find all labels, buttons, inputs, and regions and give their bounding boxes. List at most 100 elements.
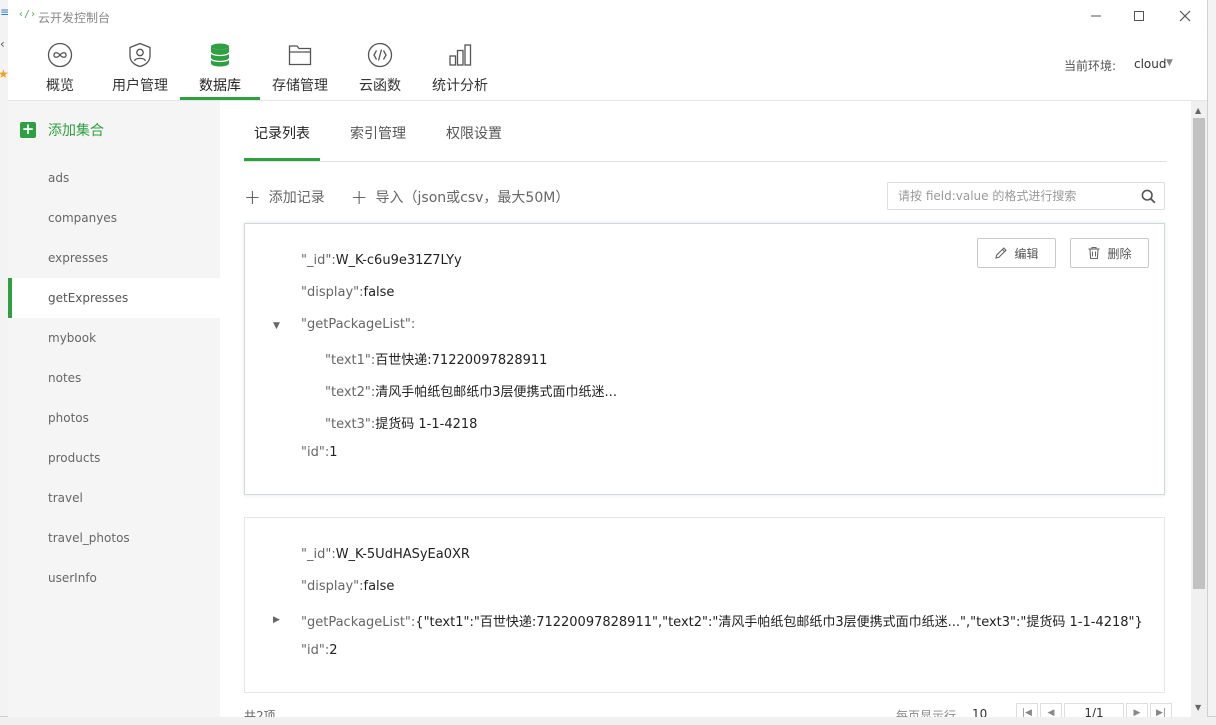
collection-item[interactable]: photos [8, 398, 220, 438]
overview-infinity-icon [47, 42, 73, 68]
desktop-back-icon: ‹ [0, 37, 5, 51]
window-title: 云开发控制台 [38, 11, 111, 25]
delete-label: 删除 [1107, 246, 1132, 261]
next-page-icon[interactable]: ▶ [1126, 703, 1148, 717]
search-icon[interactable] [1141, 189, 1156, 204]
collection-item[interactable]: expresses [8, 238, 220, 278]
toolbar-label: 用户管理 [112, 78, 168, 94]
field-key: "_id": [301, 253, 336, 268]
collection-item[interactable]: userInfo [8, 558, 220, 598]
plus-icon: + [350, 185, 368, 209]
collection-item[interactable]: mybook [8, 318, 220, 358]
field-row: "display":false [301, 285, 394, 300]
delete-button[interactable]: 删除 [1070, 238, 1149, 268]
toolbar-item-users[interactable]: 用户管理 [108, 32, 172, 100]
field-key: "_id": [301, 547, 336, 562]
field-row: "getPackageList":{"text1":"百世快递:71220097… [301, 611, 1143, 630]
field-row: "display":false [301, 579, 394, 594]
plus-icon: + [244, 185, 261, 209]
folder-icon [288, 45, 312, 66]
field-value: 百世快递:71220097828911 [375, 353, 548, 368]
toolbar-item-database[interactable]: 数据库 [180, 32, 260, 100]
toolbar-item-functions[interactable]: 云函数 [356, 32, 404, 100]
add-record-label: 添加记录 [268, 190, 325, 206]
first-page-icon[interactable]: |◀ [1016, 703, 1038, 717]
toolbar-label: 云函数 [359, 78, 401, 94]
close-icon [1179, 10, 1191, 22]
field-key: "id": [301, 643, 330, 658]
field-key: "text2": [325, 385, 376, 400]
field-value: W_K-c6u9e31Z7LYy [335, 253, 462, 268]
scroll-up-icon[interactable]: ▲ [1195, 106, 1201, 115]
edit-label: 编辑 [1014, 246, 1039, 261]
chevron-down-icon[interactable]: ▼ [1166, 58, 1173, 68]
record-card[interactable]: "_id":W_K-5UdHASyEa0XR "display":false ▶… [244, 517, 1165, 693]
field-value: false [363, 285, 395, 300]
field-value: 清风手帕纸包邮纸巾3层便携式面巾纸迷... [375, 385, 617, 400]
field-key: "getPackageList": [301, 615, 416, 630]
desktop-bottom-edge [0, 716, 1216, 725]
expand-triangle-icon[interactable]: ▶ [273, 615, 280, 625]
collection-item[interactable]: notes [8, 358, 220, 398]
vertical-scrollbar[interactable]: ▲ ▼ [1191, 101, 1207, 717]
import-button[interactable]: + 导入（json或csv，最大50M） [351, 187, 570, 207]
add-record-button[interactable]: + 添加记录 [244, 187, 325, 207]
collection-item[interactable]: products [8, 438, 220, 478]
record-actions: + 添加记录 + 导入（json或csv，最大50M） [244, 187, 595, 207]
field-row: "text1":百世快递:71220097828911 [325, 349, 547, 368]
minimize-button[interactable] [1076, 4, 1116, 28]
tab-indexes[interactable]: 索引管理 [350, 123, 406, 143]
title-bar: ‹/› 云开发控制台 [8, 0, 1207, 32]
field-key: "display": [301, 579, 364, 594]
edit-button[interactable]: 编辑 [977, 238, 1056, 268]
collection-item[interactable]: ads [8, 158, 220, 198]
per-page-select[interactable]: 10 [972, 707, 987, 717]
field-row: "_id":W_K-c6u9e31Z7LYy [301, 253, 462, 268]
desktop-right-edge [1207, 0, 1216, 725]
environment-label: 当前环境: [1064, 59, 1117, 73]
toolbar-label: 存储管理 [272, 78, 328, 94]
record-card[interactable]: 编辑 删除 "_id":W_K-c6u9e31Z7LYy "display":f… [244, 223, 1165, 495]
prev-page-icon[interactable]: ◀ [1040, 703, 1062, 717]
function-icon [367, 42, 393, 68]
maximize-icon [1134, 11, 1144, 21]
search-input[interactable] [888, 183, 1148, 209]
field-row: "text2":清风手帕纸包邮纸巾3层便携式面巾纸迷... [325, 381, 617, 400]
toolbar-item-overview[interactable]: 概览 [36, 32, 84, 100]
last-page-icon[interactable]: ▶| [1150, 703, 1172, 717]
collection-item[interactable]: travel_photos [8, 518, 220, 558]
field-row: "getPackageList": [301, 317, 415, 332]
field-row: "text3":提货码 1-1-4218 [325, 413, 477, 432]
collection-item[interactable]: companyes [8, 198, 220, 238]
field-value: false [363, 579, 395, 594]
collection-sidebar: + 添加集合 ads companyes expresses getExpres… [8, 101, 220, 717]
tab-permissions[interactable]: 权限设置 [446, 123, 502, 143]
minimize-icon [1091, 15, 1101, 17]
maximize-button[interactable] [1119, 4, 1159, 28]
add-collection-button[interactable]: + 添加集合 [20, 120, 104, 140]
field-key: "display": [301, 285, 364, 300]
app-window: ‹/› 云开发控制台 概览 用户管理 数据库 存储管理 云函数 统计分析 当前环… [8, 0, 1207, 717]
field-value: 1 [329, 445, 338, 460]
field-value: {"text1":"百世快递:71220097828911","text2":"… [415, 615, 1143, 630]
page-select[interactable]: 1/1 [1064, 703, 1124, 717]
add-collection-label: 添加集合 [48, 123, 104, 139]
toolbar-label: 数据库 [199, 78, 241, 94]
trash-icon [1088, 246, 1100, 260]
toolbar-item-analytics[interactable]: 统计分析 [428, 32, 492, 100]
collection-item[interactable]: travel [8, 478, 220, 518]
scroll-thumb[interactable] [1193, 118, 1205, 589]
collection-item-active[interactable]: getExpresses [8, 278, 220, 318]
tab-records[interactable]: 记录列表 [254, 123, 310, 143]
active-tab-indicator [244, 158, 320, 161]
scroll-down-icon[interactable]: ▼ [1195, 703, 1201, 712]
toolbar-label: 统计分析 [432, 78, 488, 94]
toolbar-item-storage[interactable]: 存储管理 [268, 32, 332, 100]
close-button[interactable] [1165, 4, 1205, 28]
environment-select[interactable]: cloud [1134, 57, 1167, 71]
bar-chart-icon [449, 44, 472, 66]
collapse-triangle-icon[interactable]: ▼ [273, 321, 280, 331]
main-panel: 记录列表 索引管理 权限设置 + 添加记录 + 导入（json或csv，最大50… [220, 101, 1207, 717]
per-page-label: 每页显示行 [896, 709, 957, 717]
database-icon [210, 43, 230, 67]
